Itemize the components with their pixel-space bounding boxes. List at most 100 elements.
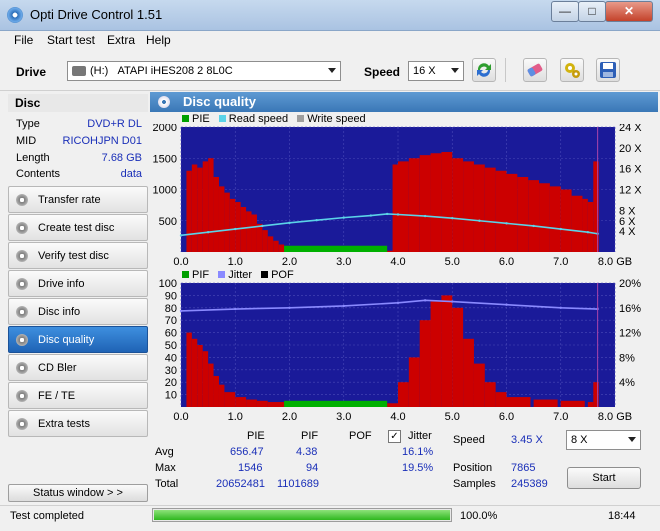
chart1-bar bbox=[430, 153, 442, 252]
chart1-line-point bbox=[396, 213, 400, 216]
chart1-bar bbox=[441, 152, 453, 252]
chart1-x-tick-label: 8.0 GB bbox=[598, 256, 632, 268]
menu-help[interactable]: Help bbox=[146, 33, 171, 47]
current-speed-value: 3.45 X bbox=[511, 434, 543, 446]
chart1-line-point bbox=[505, 222, 508, 225]
chart1-x-tick-label: 3.0 bbox=[336, 256, 351, 268]
chart2-bar bbox=[408, 357, 420, 407]
chart2-bar bbox=[473, 363, 485, 407]
chart2-bar bbox=[224, 392, 236, 407]
disc-info-row: MID RICOHJPN D01 bbox=[16, 135, 142, 147]
progress-bar bbox=[152, 508, 452, 522]
chart2-x-tick-label: 4.0 bbox=[390, 411, 405, 423]
chart2-x-tick-label: 7.0 bbox=[553, 411, 568, 423]
chart2-x-tick-label: 0.0 bbox=[173, 411, 188, 423]
chart1-y2-tick-label: 12 X bbox=[619, 185, 642, 197]
chart1-bar bbox=[235, 202, 241, 252]
chart1-bar bbox=[392, 164, 398, 252]
legend-swatch bbox=[297, 115, 305, 122]
chart2-y2-tick-label: 20% bbox=[619, 279, 641, 290]
nav-disc-info[interactable]: Disc info bbox=[8, 298, 148, 325]
avg-pie: 656.47 bbox=[230, 446, 264, 458]
chart1-line-point bbox=[369, 214, 373, 217]
speed-select[interactable]: 16 X bbox=[408, 61, 464, 81]
drive-select-value: (H:) ATAPI iHES208 2 8L0C bbox=[90, 65, 233, 77]
chart1-y2-tick-label: 6 X bbox=[619, 216, 636, 228]
save-button[interactable] bbox=[596, 58, 620, 82]
chart1-line-point bbox=[451, 216, 454, 220]
progress-text: 100.0% bbox=[460, 510, 498, 522]
chart1-bar bbox=[278, 244, 285, 252]
menu-file[interactable]: File bbox=[14, 33, 33, 47]
chart1-bar bbox=[251, 214, 257, 252]
chart1-y-tick-label: 1500 bbox=[153, 153, 177, 165]
chart1-bar bbox=[408, 158, 420, 252]
disc-icon bbox=[16, 306, 28, 318]
legend-swatch bbox=[182, 115, 189, 122]
erase-button[interactable] bbox=[523, 58, 547, 82]
chart1-y2-tick-label: 20 X bbox=[619, 143, 642, 155]
chart1-bar bbox=[191, 164, 198, 252]
disc-icon bbox=[16, 334, 28, 346]
menu-start-test[interactable]: Start test bbox=[47, 33, 95, 47]
disc-info-row: Length 7.68 GB bbox=[16, 152, 142, 164]
chart1-x-tick-label: 7.0 bbox=[553, 256, 568, 268]
chart1-y2-tick-label: 8 X bbox=[619, 205, 636, 217]
max-jitter: 19.5% bbox=[402, 462, 434, 474]
chart2-line-point bbox=[396, 301, 400, 305]
nav-transfer-rate[interactable]: Transfer rate bbox=[8, 186, 148, 213]
speed-label: Speed bbox=[364, 65, 401, 79]
chart1-bar bbox=[452, 158, 464, 252]
chart2-y2-tick-label: 8% bbox=[619, 352, 635, 364]
chart1-x-tick-label: 5.0 bbox=[445, 256, 460, 268]
chart2-y-tick-label: 100 bbox=[159, 279, 177, 290]
app-disc-icon bbox=[7, 7, 23, 23]
chart2-x-tick-label: 3.0 bbox=[336, 411, 351, 423]
samples-value: 245389 bbox=[511, 478, 548, 490]
refresh-button[interactable] bbox=[472, 58, 496, 82]
chart1-y2-tick-label: 24 X bbox=[619, 124, 642, 134]
chart1-y-tick-label: 500 bbox=[159, 216, 177, 228]
chart2-line-point bbox=[423, 299, 427, 302]
status-window-button[interactable]: Status window > > bbox=[8, 484, 148, 502]
nav-fe-te[interactable]: FE / TE bbox=[8, 382, 148, 409]
speed-select-value: 16 X bbox=[413, 65, 436, 77]
pie-chart-plot: 500 1000 1500 2000 4 X6 X8 X 12 X 16 X 20 X 24 X… bbox=[153, 124, 643, 268]
chart2-line-point bbox=[559, 306, 562, 309]
chart1-line-point bbox=[586, 231, 590, 234]
nav-extra-tests[interactable]: Extra tests bbox=[8, 410, 148, 437]
settings-button[interactable] bbox=[560, 58, 584, 82]
chart2-bar bbox=[186, 332, 192, 407]
start-button[interactable]: Start bbox=[567, 467, 641, 489]
chart2-x-tick-label: 1.0 bbox=[228, 411, 243, 423]
chart2-bar bbox=[452, 307, 464, 407]
chart2-bar bbox=[419, 320, 431, 407]
test-speed-select[interactable]: 8 X bbox=[566, 430, 641, 450]
chart2-y-tick-label: 10 bbox=[165, 390, 177, 402]
jitter-checkbox[interactable]: ✓ bbox=[388, 430, 401, 443]
close-button[interactable]: ✕ bbox=[605, 1, 653, 22]
chart1-bar bbox=[484, 167, 496, 252]
col-header-jitter: Jitter bbox=[408, 430, 432, 442]
chart1-bar bbox=[528, 180, 540, 252]
drive-select[interactable]: (H:) ATAPI iHES208 2 8L0C bbox=[67, 61, 341, 81]
disc-section-header: Disc bbox=[8, 94, 148, 112]
chart2-bar bbox=[430, 301, 442, 407]
chart2-x-tick-label: 6.0 bbox=[499, 411, 514, 423]
sidebar: Disc Type DVD+R DL MID RICOHJPN D01 Length… bbox=[8, 94, 148, 504]
minimize-button[interactable]: — bbox=[551, 1, 579, 22]
nav-drive-info[interactable]: Drive info bbox=[8, 270, 148, 297]
chart2-y-tick-label: 20 bbox=[165, 377, 177, 389]
nav-cd-bler[interactable]: CD Bler bbox=[8, 354, 148, 381]
menu-extra[interactable]: Extra bbox=[107, 33, 135, 47]
refresh-icon bbox=[477, 63, 491, 77]
chart2-y-tick-label: 70 bbox=[165, 315, 177, 327]
max-pie: 1546 bbox=[238, 462, 263, 474]
samples-label: Samples bbox=[453, 478, 496, 490]
disc-icon bbox=[16, 418, 28, 430]
disc-info-row: Contents data bbox=[16, 168, 142, 180]
nav-create-test-disc[interactable]: Create test disc bbox=[8, 214, 148, 241]
maximize-button[interactable]: □ bbox=[578, 1, 606, 22]
nav-disc-quality[interactable]: Disc quality bbox=[8, 326, 148, 353]
nav-verify-test-disc[interactable]: Verify test disc bbox=[8, 242, 148, 269]
